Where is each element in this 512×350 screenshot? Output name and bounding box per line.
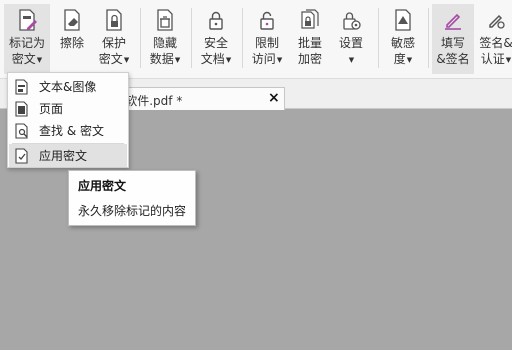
toolbar-label-1: 限制 (254, 36, 279, 50)
toolbar-label-1: 保护 (101, 36, 126, 50)
toolbar-divider (428, 8, 429, 68)
sensitivity-button[interactable]: 敏感度▼ (383, 4, 423, 74)
protect-redaction-button[interactable]: 保护密文▼ (93, 4, 135, 74)
dropdown-arrow-icon: ▼ (348, 56, 355, 64)
menu-item-text-image[interactable]: 文本&图像 (9, 75, 127, 98)
sign-and-certify-button[interactable]: 签名& 认证▼ (476, 4, 512, 74)
menu-item-page[interactable]: 页面 (9, 97, 127, 120)
tooltip-title: 应用密文 (78, 179, 127, 193)
menu-item-label: 查找 & 密文 (39, 124, 104, 138)
menu-item-label: 文本&图像 (39, 80, 97, 94)
dropdown-arrow-icon: ▼ (225, 56, 232, 64)
toolbar-label-2: 文档 (200, 52, 225, 66)
toolbar-label-1: 隐藏 (152, 36, 177, 50)
settings-button[interactable]: 设置 ▼ (331, 4, 371, 74)
batch-encrypt-icon (298, 8, 322, 32)
hide-data-icon (153, 8, 177, 32)
text-image-icon (14, 78, 30, 95)
toolbar-label-1: 敏感 (390, 36, 415, 50)
apply-redaction-icon (14, 147, 30, 164)
restrict-access-icon (255, 8, 279, 32)
tooltip: 应用密文 永久移除标记的内容 (68, 170, 196, 226)
sensitivity-icon (391, 8, 415, 32)
toolbar-label-2: 度 (393, 52, 406, 66)
dropdown-arrow-icon: ▼ (505, 56, 512, 64)
mark-redaction-icon (15, 8, 39, 32)
secure-document-button[interactable]: 安全文档▼ (195, 4, 237, 74)
toolbar-label-2: 认证 (480, 52, 505, 66)
tooltip-description: 永久移除标记的内容 (78, 204, 187, 218)
toolbar-label-1: 签名& (479, 36, 512, 50)
hide-data-button[interactable]: 隐藏数据▼ (144, 4, 186, 74)
dropdown-arrow-icon: ▼ (406, 56, 413, 64)
dropdown-arrow-icon: ▼ (36, 56, 43, 64)
toolbar-divider (242, 8, 243, 68)
dropdown-arrow-icon: ▼ (276, 56, 283, 64)
eraser-icon (60, 8, 84, 32)
mark-for-redaction-button[interactable]: 标记为密文▼ (4, 4, 50, 74)
secure-document-icon (204, 8, 228, 32)
toolbar-divider (140, 8, 141, 68)
toolbar-label-2: 加密 (297, 52, 322, 66)
toolbar-label-1: 安全 (203, 36, 228, 50)
fill-sign-icon (441, 8, 465, 32)
menu-item-apply-redaction[interactable]: 应用密文 (9, 144, 127, 167)
page-icon (14, 100, 30, 117)
toolbar-label-1: 批量 (297, 36, 322, 50)
toolbar-label-2: 密文 (98, 52, 123, 66)
toolbar-label-2: 访问 (251, 52, 276, 66)
dropdown-arrow-icon: ▼ (174, 56, 181, 64)
menu-item-label: 应用密文 (39, 149, 88, 163)
toolbar-label-1: 标记为 (8, 36, 45, 50)
batch-encrypt-button[interactable]: 批量 加密 (290, 4, 330, 74)
protect-redaction-icon (102, 8, 126, 32)
toolbar-label-2: 密文 (11, 52, 36, 66)
dropdown-arrow-icon: ▼ (123, 56, 130, 64)
toolbar-label-1: 填写 (440, 36, 465, 50)
erase-button[interactable]: 擦除 (52, 4, 92, 74)
find-redact-icon (14, 122, 30, 139)
ribbon-toolbar: 标记为 密文▼ 擦除 保护 密文▼ 隐藏 数据▼ 安全 文档▼ 限制 访问▼ 批… (0, 0, 512, 79)
settings-icon (339, 8, 363, 32)
toolbar-label-2: &签名 (436, 52, 470, 66)
toolbar-label-1: 擦除 (59, 36, 84, 50)
menu-item-find-redact[interactable]: 查找 & 密文 (9, 119, 127, 142)
toolbar-divider (191, 8, 192, 68)
sign-certify-icon (484, 8, 508, 32)
toolbar-divider (378, 8, 379, 68)
toolbar-label-1: 设置 (338, 36, 363, 50)
toolbar-label-2: 数据 (149, 52, 174, 66)
restrict-access-button[interactable]: 限制访问▼ (246, 4, 288, 74)
redaction-dropdown-menu: 文本&图像 页面 查找 & 密文 应用密文 (7, 72, 129, 168)
document-tab-title: f软件.pdf * (121, 94, 183, 108)
menu-item-label: 页面 (39, 102, 64, 116)
fill-and-sign-button[interactable]: 填写 &签名 (432, 4, 474, 74)
close-icon[interactable]: × (268, 90, 280, 106)
